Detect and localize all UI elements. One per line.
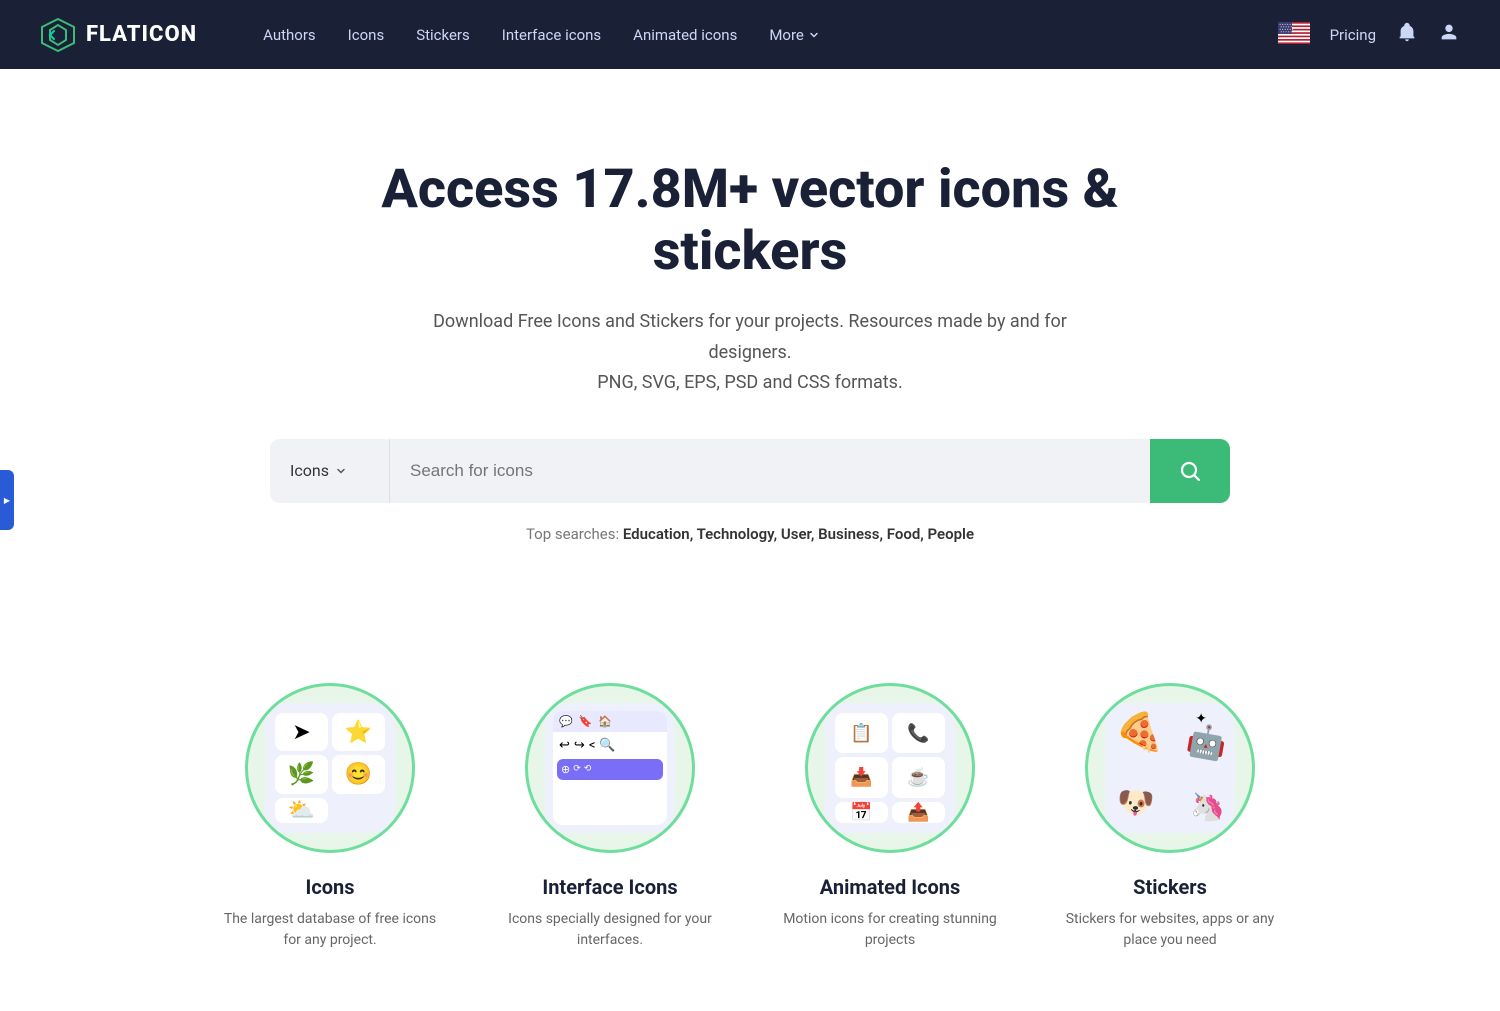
navbar: FLATICON Authors Icons Stickers Interfac… [0, 0, 1500, 69]
search-icon [1178, 459, 1202, 483]
nav-right: ★ ★ ★ ★ ★ ★ ★ ★ ★ ★ ★ ★ ★ ★ ★ ★ ★ ★ ★ ★ … [1278, 21, 1460, 48]
nav-icons[interactable]: Icons [334, 18, 399, 52]
search-input[interactable] [390, 439, 1150, 503]
flag-icon: ★ ★ ★ ★ ★ ★ ★ ★ ★ ★ ★ ★ ★ ★ ★ ★ ★ ★ ★ ★ … [1278, 22, 1310, 44]
hero-title: Access 17.8M+ vector icons & stickers [300, 159, 1200, 283]
icon-cell-4: 😊 [332, 755, 385, 794]
pricing-link[interactable]: Pricing [1330, 26, 1376, 44]
filter-chevron-icon [335, 465, 347, 477]
top-searches: Top searches: Education, Technology, Use… [40, 525, 1460, 543]
category-stickers-circle: 🍕 🤖 🐶 🦄 ✦ [1085, 683, 1255, 853]
stickers-sparkle: ✦ [1195, 711, 1207, 727]
category-interface-title: Interface Icons [542, 875, 677, 899]
category-animated-circle: 📋 📞 📥 ☕ 📅 📤 [805, 683, 975, 853]
nav-animated-icons[interactable]: Animated icons [619, 18, 751, 52]
icon-cell-3: 🌿 [275, 755, 328, 794]
hero-section: Access 17.8M+ vector icons & stickers Do… [0, 69, 1500, 663]
category-icons-desc: The largest database of free icons for a… [220, 909, 440, 951]
category-icons[interactable]: ➤ ⭐ 🌿 😊 ⛅ Icons The largest database of … [220, 683, 440, 951]
top-search-term-business[interactable]: Business [818, 525, 879, 543]
nav-links: Authors Icons Stickers Interface icons A… [249, 18, 1245, 52]
icon-cell-2: ⭐ [332, 713, 385, 752]
icons-illustration: ➤ ⭐ 🌿 😊 ⛅ [265, 703, 395, 833]
user-profile-icon[interactable] [1438, 21, 1460, 48]
icon-cell-1: ➤ [275, 713, 328, 752]
category-interface-desc: Icons specially designed for your interf… [500, 909, 720, 951]
nav-interface-icons[interactable]: Interface icons [488, 18, 615, 52]
interface-illustration: 💬 🔖 🏠 ↩ ↪ < 🔍 ⊕ ⟳ ⟲ [545, 703, 675, 833]
nav-authors[interactable]: Authors [249, 18, 330, 52]
top-search-term-food[interactable]: Food [887, 525, 921, 543]
nav-more[interactable]: More [755, 18, 833, 52]
language-selector[interactable]: ★ ★ ★ ★ ★ ★ ★ ★ ★ ★ ★ ★ ★ ★ ★ ★ ★ ★ ★ ★ … [1278, 22, 1310, 48]
category-stickers-desc: Stickers for websites, apps or any place… [1060, 909, 1280, 951]
category-interface-icons[interactable]: 💬 🔖 🏠 ↩ ↪ < 🔍 ⊕ ⟳ ⟲ [500, 683, 720, 951]
icon-cell-5: ⛅ [275, 798, 328, 823]
logo[interactable]: FLATICON [40, 17, 197, 53]
nav-stickers[interactable]: Stickers [402, 18, 484, 52]
category-animated-title: Animated Icons [820, 875, 961, 899]
top-search-term-people[interactable]: People [928, 525, 975, 543]
chevron-down-icon [809, 30, 819, 40]
notification-bell-icon[interactable] [1396, 21, 1418, 48]
top-search-term-education[interactable]: Education [623, 525, 690, 543]
top-search-term-technology[interactable]: Technology [697, 525, 774, 543]
category-stickers[interactable]: 🍕 🤖 🐶 🦄 ✦ Stickers Stickers for websites… [1060, 683, 1280, 951]
stickers-emoji-4: 🦄 [1189, 789, 1227, 825]
stickers-emoji-2: 🤖 [1184, 720, 1230, 764]
stickers-emoji-3: 🐶 [1116, 784, 1156, 822]
search-bar: Icons [270, 439, 1230, 503]
category-interface-circle: 💬 🔖 🏠 ↩ ↪ < 🔍 ⊕ ⟳ ⟲ [525, 683, 695, 853]
stickers-emoji-1: 🍕 [1112, 709, 1166, 761]
category-stickers-title: Stickers [1133, 875, 1207, 899]
search-filter-dropdown[interactable]: Icons [270, 439, 390, 503]
svg-text:★ ★ ★ ★ ★: ★ ★ ★ ★ ★ [1280, 30, 1292, 33]
categories-section: ➤ ⭐ 🌿 😊 ⛅ Icons The largest database of … [150, 663, 1350, 1011]
top-search-term-user[interactable]: User [781, 525, 811, 543]
sidebar-toggle[interactable] [0, 470, 14, 530]
category-icons-title: Icons [305, 875, 354, 899]
category-icons-circle: ➤ ⭐ 🌿 😊 ⛅ [245, 683, 415, 853]
animated-illustration: 📋 📞 📥 ☕ 📅 📤 [825, 703, 955, 833]
hero-subtitle: Download Free Icons and Stickers for you… [430, 307, 1070, 399]
category-animated-desc: Motion icons for creating stunning proje… [780, 909, 1000, 951]
search-button[interactable] [1150, 439, 1230, 503]
category-animated-icons[interactable]: 📋 📞 📥 ☕ 📅 📤 Animated Icons Motion icons … [780, 683, 1000, 951]
